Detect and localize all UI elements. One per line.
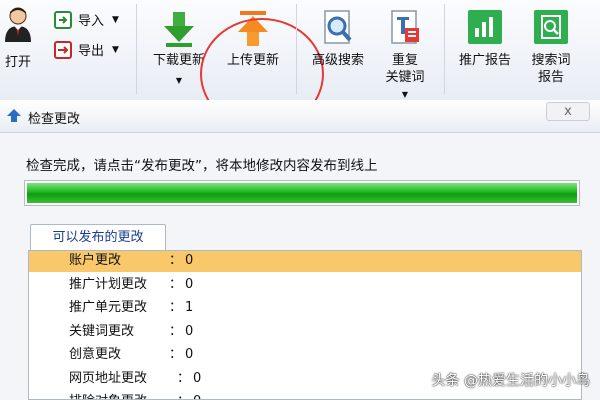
download-update-label: 下载更新 <box>152 53 205 68</box>
change-label: 网页地址更改 <box>69 370 148 386</box>
close-button[interactable]: x <box>546 102 590 121</box>
ribbon-separator <box>296 4 297 94</box>
change-label: 账户更改 <box>69 253 122 268</box>
repeat-keywords-label-line1: 重复 <box>391 53 418 68</box>
export-button[interactable]: 导出 ▼ <box>54 40 119 59</box>
status-message: 检查完成，请点击“发布更改”，将本地修改内容发布到线上 <box>26 158 378 174</box>
table-row[interactable]: 推广计划更改 ： 0 <box>29 274 581 296</box>
download-update-button[interactable]: 下载更新 ▼ <box>146 2 212 92</box>
open-label: 打开 <box>4 55 31 70</box>
table-row[interactable]: 推广单元更改 ： 1 <box>29 297 581 319</box>
magnifier-document-icon <box>324 10 352 44</box>
upload-update-label: 上传更新 <box>226 53 279 68</box>
change-count: 0 <box>193 370 202 386</box>
change-colon: ： <box>169 300 183 315</box>
dialog-title: 检查更改 <box>28 112 81 127</box>
table-row[interactable]: 创意更改 ： 0 <box>29 344 581 366</box>
ribbon-separator <box>136 4 137 94</box>
change-label: 创意更改 <box>69 347 122 362</box>
watermark: 头条 @热爱生活的小小鸟 <box>431 373 590 389</box>
import-icon <box>54 10 72 29</box>
import-button[interactable]: 导入 ▼ <box>54 10 119 29</box>
change-count: 0 <box>185 323 194 339</box>
change-count: 0 <box>185 347 194 362</box>
table-row[interactable]: 排除对象更改 ：0 <box>29 391 581 399</box>
upload-arrow-icon <box>238 11 268 46</box>
export-label: 导出 <box>78 44 105 59</box>
check-changes-dialog: 检查更改 x 检查完成，请点击“发布更改”，将本地修改内容发布到线上 可以发布的… <box>0 100 600 400</box>
bar-chart-icon <box>468 10 502 44</box>
dialog-titlebar[interactable]: 检查更改 x <box>0 100 600 133</box>
change-colon: ： <box>177 370 191 386</box>
upload-update-button[interactable]: 上传更新 <box>218 2 288 72</box>
progress-bar-fill <box>27 183 577 203</box>
change-count: 0 <box>185 276 194 292</box>
ribbon-separator <box>444 4 445 94</box>
advanced-search-label: 高级搜索 <box>311 53 364 68</box>
change-colon: ： <box>169 276 183 292</box>
user-avatar-icon <box>5 7 31 42</box>
download-dropdown-icon[interactable]: ▼ <box>146 72 212 89</box>
change-label: 推广单元更改 <box>69 300 148 315</box>
export-dropdown-icon[interactable]: ▼ <box>112 45 119 55</box>
repeat-keywords-label-line2: 关键词 <box>385 70 425 85</box>
tab-publishable-changes[interactable]: 可以发布的更改 <box>30 224 166 250</box>
change-colon: ： <box>177 391 190 399</box>
search-term-report-button[interactable]: 搜索词 报告 <box>522 2 580 92</box>
change-label: 推广计划更改 <box>69 276 148 292</box>
change-label: 排除对象更改 <box>69 391 147 399</box>
table-row[interactable]: 关键词更改 ： 0 <box>29 321 581 343</box>
progress-bar <box>24 180 580 206</box>
import-dropdown-icon[interactable]: ▼ <box>112 15 119 25</box>
search-term-report-label-line2: 报告 <box>537 70 564 85</box>
change-label: 关键词更改 <box>69 323 135 339</box>
search-term-report-label-line1: 搜索词 <box>531 53 571 68</box>
change-colon: ： <box>169 253 183 268</box>
advanced-search-button[interactable]: 高级搜索 <box>304 2 372 72</box>
change-count: 1 <box>185 300 194 315</box>
download-arrow-icon <box>164 12 194 47</box>
change-colon: ： <box>169 347 183 362</box>
search-report-icon <box>534 10 568 44</box>
promo-report-button[interactable]: 推广报告 <box>450 2 520 72</box>
repeat-keywords-button[interactable]: 重复 关键词 ▼ <box>374 2 436 99</box>
repeat-document-icon <box>391 10 419 44</box>
ribbon-toolbar: 打开 导入 ▼ 导出 ▼ 下载更新 ▼ 上传更新 高级搜索 重复 关键词 ▼ 推… <box>0 0 600 130</box>
change-colon: ： <box>169 323 183 339</box>
promo-report-label: 推广报告 <box>458 53 511 68</box>
table-row[interactable]: 账户更改 ： 0 <box>29 251 581 272</box>
upload-arrow-icon <box>7 109 21 122</box>
change-count: 0 <box>193 391 201 399</box>
open-button[interactable]: 打开 <box>0 2 36 72</box>
change-count: 0 <box>185 253 194 268</box>
import-label: 导入 <box>78 14 105 29</box>
export-icon <box>54 40 72 59</box>
